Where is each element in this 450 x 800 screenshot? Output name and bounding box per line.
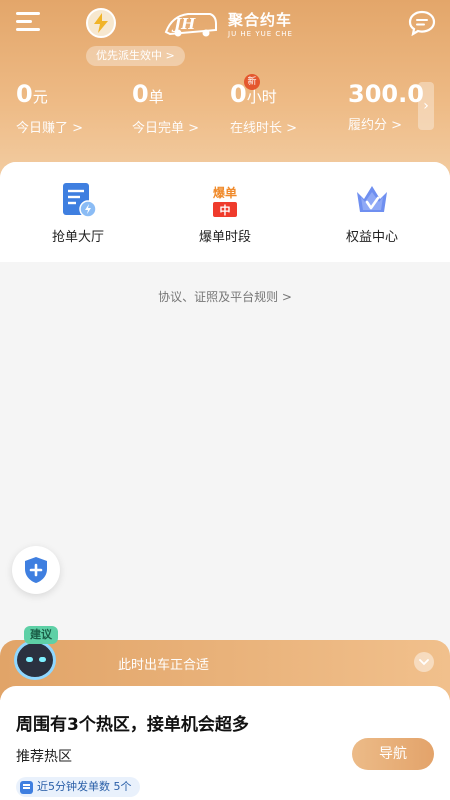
peak-hours-icon-text-bottom: 中 [220,203,231,217]
lightning-button[interactable] [86,8,116,38]
stat-fulfillment-score[interactable]: 300.0 履约分 > [348,78,424,133]
stat-online-unit: 小时 [246,88,277,106]
recent-orders-pill: 近5分钟发单数 5个 [16,777,140,797]
stats-more-button[interactable]: › [418,82,434,130]
stat-score-label: 履约分 > [348,118,403,133]
stat-earnings-label: 今日赚了 > [16,121,84,136]
feature-peak-hours-label: 爆单时段 [198,230,251,245]
order-hall-icon [63,183,97,218]
lightning-icon [94,13,108,33]
main-card: 抢单大厅 爆单 中 爆单时段 权益中心 协议、证照及平台规则 > [0,162,450,702]
peak-hours-icon: 爆单 中 [213,185,237,217]
logo-text-cn: 聚合约车 [228,11,293,29]
crown-icon [357,186,387,212]
shield-icon [25,557,47,583]
menu-icon[interactable] [16,12,42,34]
new-badge: 新 [244,74,260,90]
logo-mark-text: JH [171,15,196,33]
stat-completed-value: 0 [132,80,149,108]
stat-earnings-unit: 元 [32,88,48,106]
robot-icon [14,640,56,680]
feature-row: 抢单大厅 爆单 中 爆单时段 权益中心 [0,162,450,262]
stat-online-hours[interactable]: 新 0小时 在线时长 > [230,74,298,136]
assistant-robot[interactable]: 建议 [12,626,68,684]
stat-completed-unit: 单 [148,88,164,106]
app-logo: JH 聚合约车 JU HE YUE CHE [162,6,292,42]
feature-order-hall[interactable]: 抢单大厅 [28,180,128,245]
suggestion-text: 此时出车正合适 [118,658,210,673]
peak-hours-icon-text-top: 爆单 [213,185,237,200]
feature-benefits-center[interactable]: 权益中心 [322,180,422,245]
suggestion-tag: 建议 [24,626,58,644]
hot-zone-title: 周围有3个热区，接单机会超多 [16,715,249,735]
logo-text-en: JU HE YUE CHE [228,30,293,38]
feature-order-hall-label: 抢单大厅 [51,230,104,245]
chevron-down-icon [419,658,429,665]
hot-zone-panel: 周围有3个热区，接单机会超多 推荐热区 导航 近5分钟发单数 5个 [0,686,450,800]
chat-icon[interactable] [408,10,436,36]
stats-row: 0元 今日赚了 > 0单 今日完单 > 新 0小时 在线时长 > 300.0 履… [0,74,450,138]
priority-dispatch-badge[interactable]: 优先派生效中 > [86,46,185,66]
safety-shield-button[interactable] [12,546,60,594]
feature-peak-hours[interactable]: 爆单 中 爆单时段 [175,180,275,245]
logo-mark: JH [164,13,217,37]
chevron-right-icon: › [423,98,429,114]
stat-earnings-value: 0 [16,80,33,108]
stat-online-label: 在线时长 > [230,121,298,136]
feature-benefits-center-label: 权益中心 [345,230,398,245]
collapse-button[interactable] [414,652,434,672]
recent-orders-text: 近5分钟发单数 5个 [37,780,132,793]
stat-completed-orders[interactable]: 0单 今日完单 > [132,78,199,136]
stat-earnings[interactable]: 0元 今日赚了 > [16,78,83,136]
rules-link[interactable]: 协议、证照及平台规则 > [0,288,450,305]
hot-zone-subtitle: 推荐热区 [16,749,72,765]
document-icon [20,780,33,794]
navigate-button[interactable]: 导航 [352,738,434,770]
stat-score-value: 300.0 [348,80,424,108]
stat-completed-label: 今日完单 > [132,121,200,136]
